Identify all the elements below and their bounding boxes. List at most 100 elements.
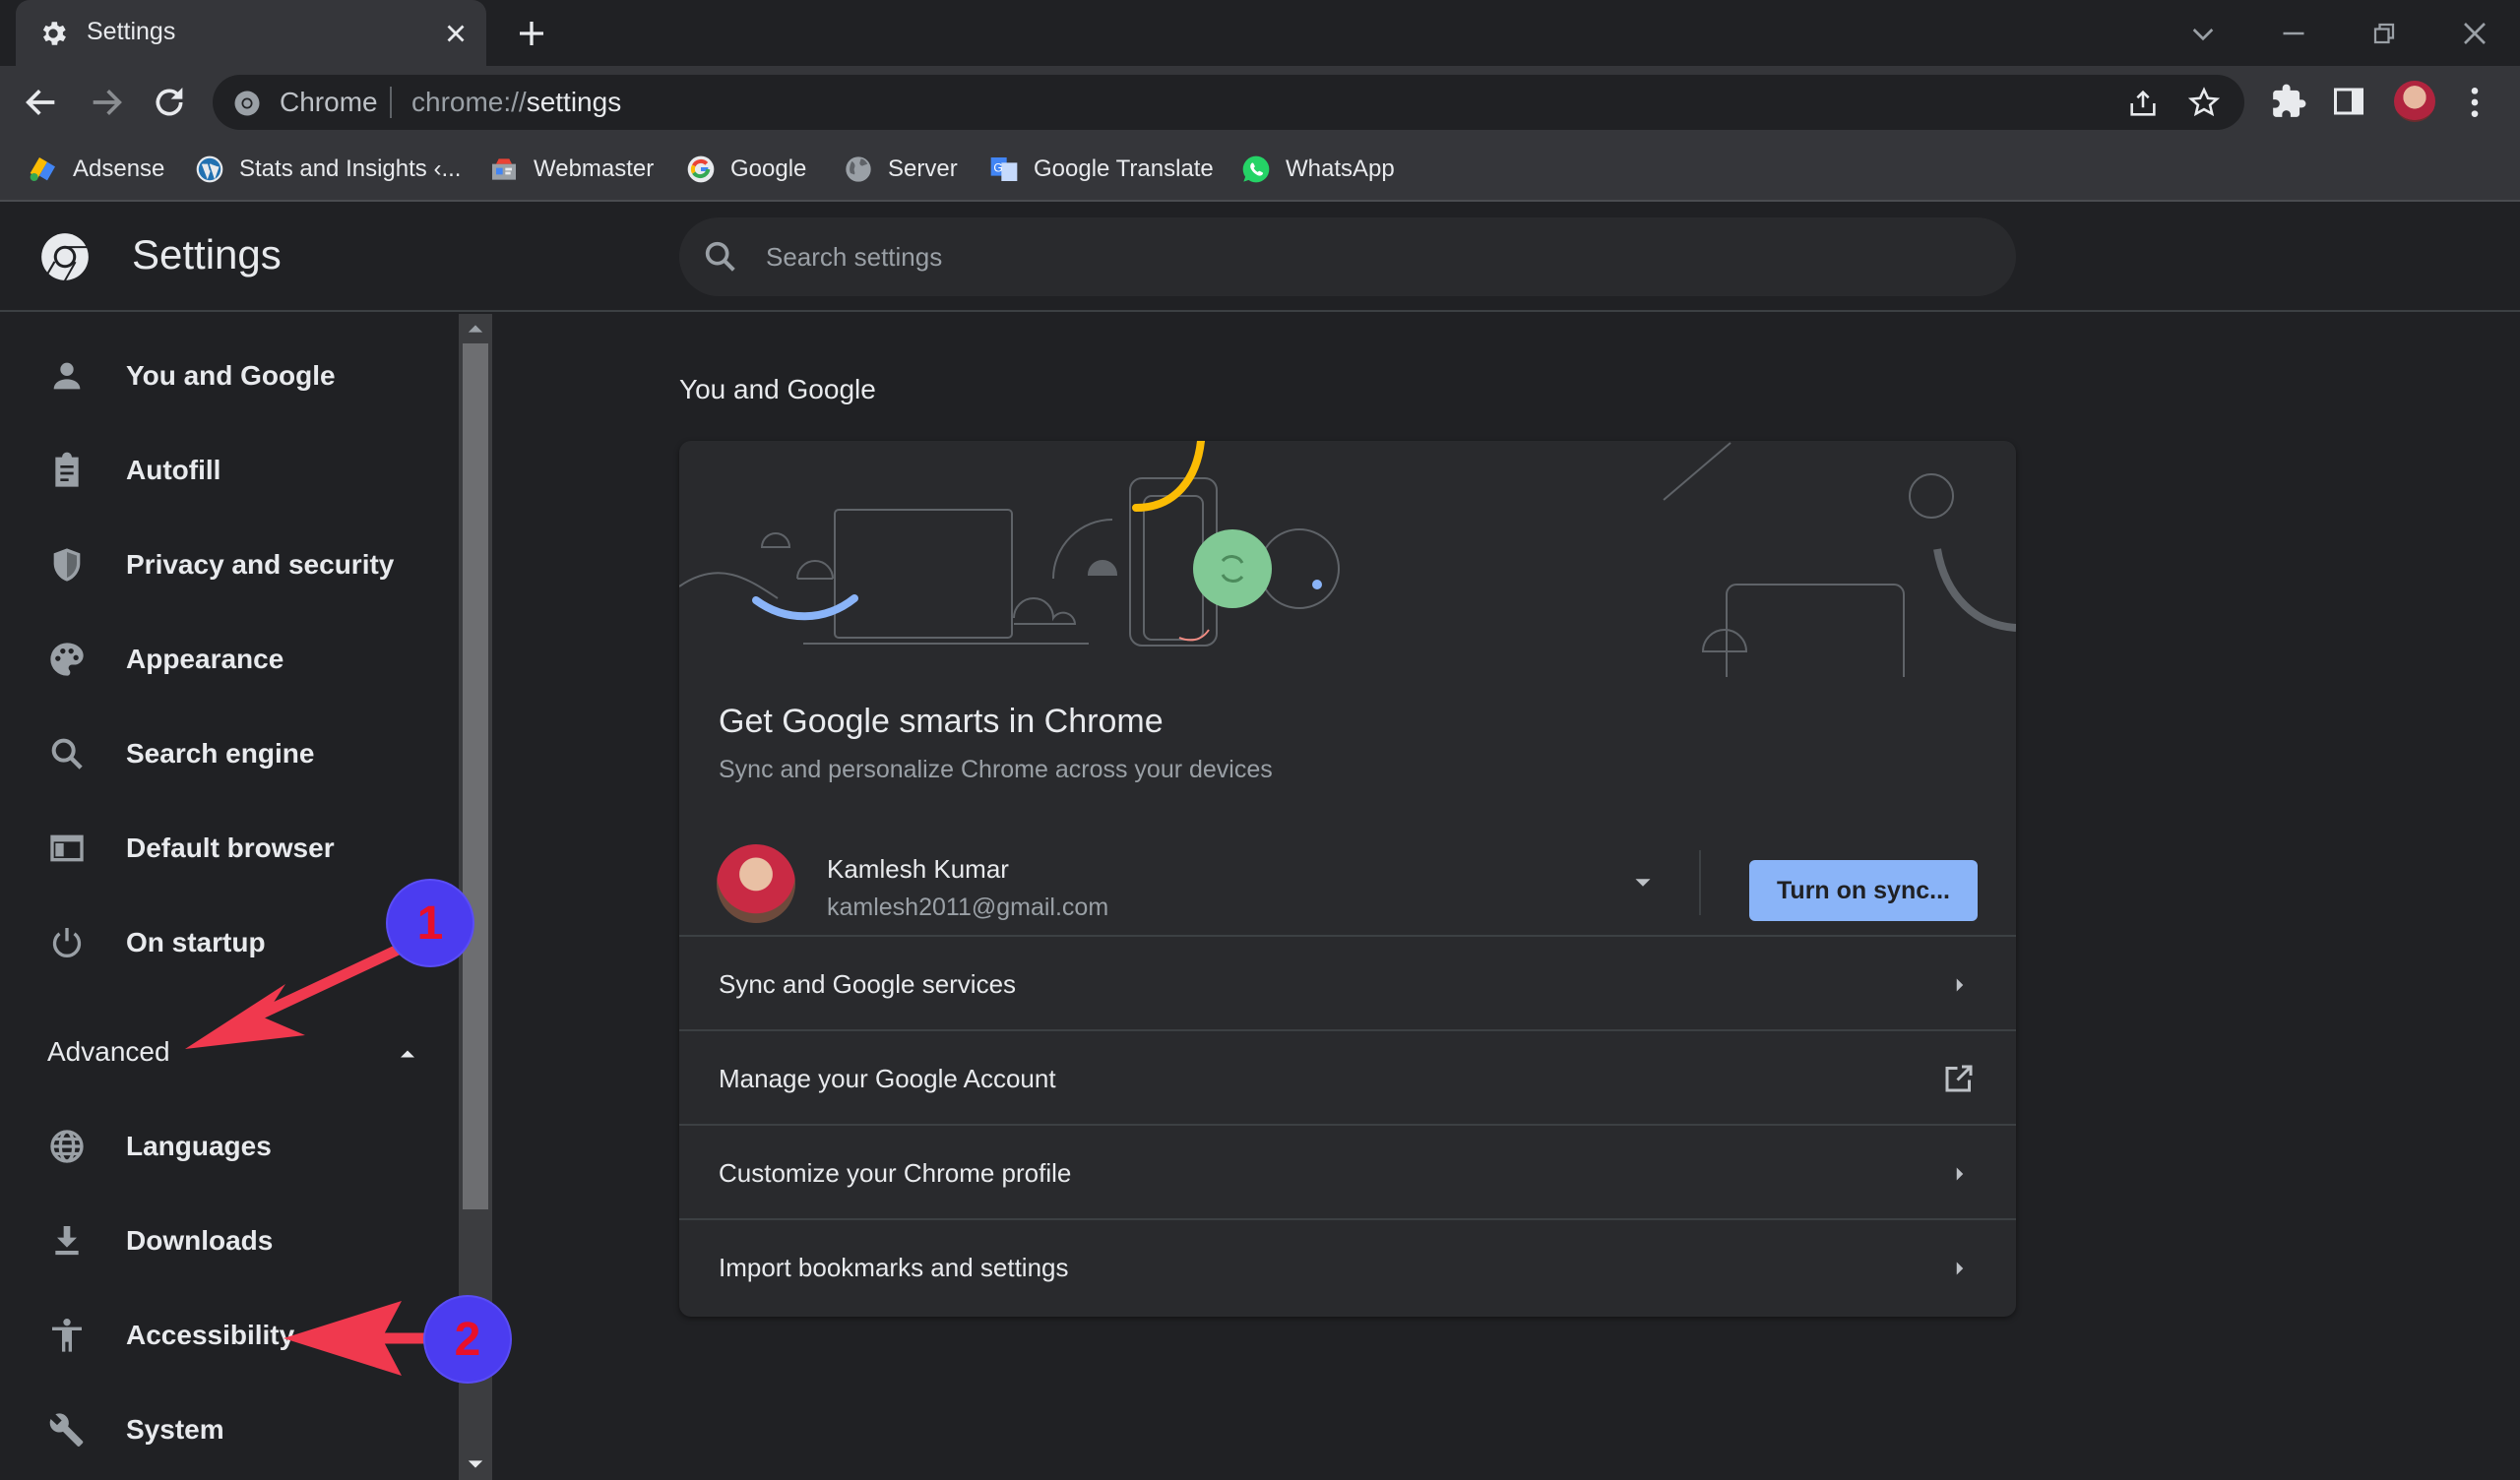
chevron-down-icon[interactable] (2187, 18, 2219, 49)
bookmark-whatsapp[interactable]: WhatsApp (1240, 147, 1395, 192)
download-icon (55, 1226, 79, 1256)
url-text: chrome://settings (411, 87, 622, 117)
more-vert-icon[interactable] (2455, 83, 2494, 122)
turn-on-sync-button[interactable]: Turn on sync... (1749, 860, 1978, 921)
back-icon[interactable] (22, 83, 61, 122)
share-icon[interactable] (2126, 87, 2160, 120)
sidebar-item-label: Default browser (126, 832, 335, 863)
sidebar-item-you-and-google[interactable]: You and Google (0, 337, 459, 415)
sidebar-item-label: Autofill (126, 455, 221, 485)
translate-icon: G (990, 157, 1018, 181)
site-label: Chrome (280, 87, 378, 117)
settings-header: Settings (0, 202, 2520, 312)
sidebar-item-system[interactable]: System (0, 1390, 459, 1469)
bookmark-google[interactable]: Google (685, 147, 806, 192)
sidebar-item-search-engine[interactable]: Search engine (0, 714, 459, 793)
scroll-up-icon[interactable] (467, 320, 484, 338)
webmaster-icon (492, 158, 516, 180)
google-icon (687, 155, 715, 183)
svg-text:G: G (993, 161, 1002, 175)
address-bar[interactable]: Chrome chrome://settings (213, 75, 2244, 130)
restore-icon[interactable] (2366, 16, 2402, 51)
sidebar-item-label: Languages (126, 1131, 272, 1161)
tab-settings[interactable]: Settings (16, 0, 486, 66)
palette-icon (50, 643, 84, 676)
you-and-google-card: Get Google smarts in Chrome Sync and per… (679, 441, 2016, 1317)
account-avatar (717, 844, 795, 923)
sidebar-item-label: Downloads (126, 1225, 274, 1256)
profile-avatar[interactable] (2394, 81, 2435, 122)
star-icon[interactable] (2187, 86, 2221, 119)
bookmark-stats[interactable]: Stats and Insights ‹... (194, 147, 461, 192)
row-manage-account[interactable]: Manage your Google Account (679, 1031, 2016, 1126)
sidebar-item-downloads[interactable]: Downloads (0, 1202, 459, 1280)
search-input[interactable] (766, 235, 1947, 278)
sidebar-item-label: Privacy and security (126, 549, 395, 580)
account-divider (1699, 850, 1701, 915)
sidebar-item-languages[interactable]: Languages (0, 1107, 459, 1186)
wordpress-icon (196, 155, 223, 183)
minimize-icon[interactable] (2276, 16, 2311, 51)
chevron-right-icon (1956, 1167, 1964, 1181)
row-customize-profile[interactable]: Customize your Chrome profile (679, 1126, 2016, 1220)
bookmark-translate[interactable]: G Google Translate (988, 147, 1214, 192)
scroll-down-icon[interactable] (467, 1455, 484, 1473)
search-icon (705, 241, 735, 272)
close-icon[interactable] (441, 19, 471, 48)
row-sync-services[interactable]: Sync and Google services (679, 937, 2016, 1031)
sidebar-item-label: Accessibility (126, 1320, 295, 1350)
sidebar-item-label: Appearance (126, 644, 284, 674)
chrome-logo-icon (41, 233, 89, 281)
page-title: Settings (132, 231, 282, 278)
open-external-icon (1945, 1065, 1973, 1092)
forward-icon[interactable] (87, 83, 126, 122)
browser-icon (50, 834, 84, 862)
bookmark-server[interactable]: Server (843, 147, 958, 192)
scrollbar-thumb[interactable] (463, 343, 488, 1209)
window-close-icon[interactable] (2455, 14, 2494, 53)
tab-strip: Settings (0, 0, 2520, 66)
advanced-label: Advanced (47, 1036, 170, 1067)
sidebar-item-default-browser[interactable]: Default browser (0, 809, 459, 888)
extensions-icon[interactable] (2270, 83, 2307, 120)
row-import-bookmarks[interactable]: Import bookmarks and settings (679, 1220, 2016, 1315)
accessibility-icon (52, 1319, 82, 1352)
section-title: You and Google (679, 374, 876, 404)
sidebar-item-label: System (126, 1414, 224, 1445)
adsense-icon (30, 157, 55, 181)
gear-icon (42, 22, 66, 45)
reload-icon[interactable] (150, 83, 189, 122)
annotation-badge-2: 2 (425, 1297, 510, 1382)
sidebar-item-label: Search engine (126, 738, 315, 769)
tab-title: Settings (87, 18, 176, 45)
side-panel-icon[interactable] (2331, 84, 2366, 119)
bookmark-adsense[interactable]: Adsense (28, 147, 164, 192)
globe-icon (846, 156, 871, 182)
search-icon (51, 738, 83, 770)
shield-icon (53, 548, 81, 582)
chevron-right-icon (1956, 1262, 1964, 1275)
account-name: Kamlesh Kumar (827, 854, 1009, 884)
omnibox-divider (390, 87, 392, 118)
search-settings-box[interactable] (679, 217, 2016, 296)
sidebar-item-privacy[interactable]: Privacy and security (0, 525, 459, 604)
sidebar-item-appearance[interactable]: Appearance (0, 620, 459, 699)
wrench-icon (49, 1413, 84, 1447)
whatsapp-icon (1242, 155, 1270, 183)
promo-subtitle: Sync and personalize Chrome across your … (719, 756, 1273, 783)
annotation-badge-1: 1 (388, 881, 472, 965)
sidebar-item-autofill[interactable]: Autofill (0, 431, 459, 510)
annotation-arrow-1 (185, 939, 414, 1049)
sync-illustration (679, 441, 2016, 677)
clipboard-icon (55, 452, 79, 487)
dropdown-arrow-icon[interactable] (1628, 868, 1658, 897)
new-tab-icon[interactable] (514, 16, 549, 51)
sidebar-item-label: You and Google (126, 360, 336, 391)
account-row: Kamlesh Kumar kamlesh2011@gmail.com Turn… (679, 829, 2016, 937)
chevron-right-icon (1956, 978, 1964, 992)
toolbar: Chrome chrome://settings (0, 66, 2520, 139)
bookmarks-bar: Adsense Stats and Insights ‹... Webmaste… (0, 139, 2520, 202)
globe-icon (50, 1130, 84, 1163)
bookmark-webmaster[interactable]: Webmaster (488, 147, 654, 192)
power-icon (52, 928, 82, 957)
